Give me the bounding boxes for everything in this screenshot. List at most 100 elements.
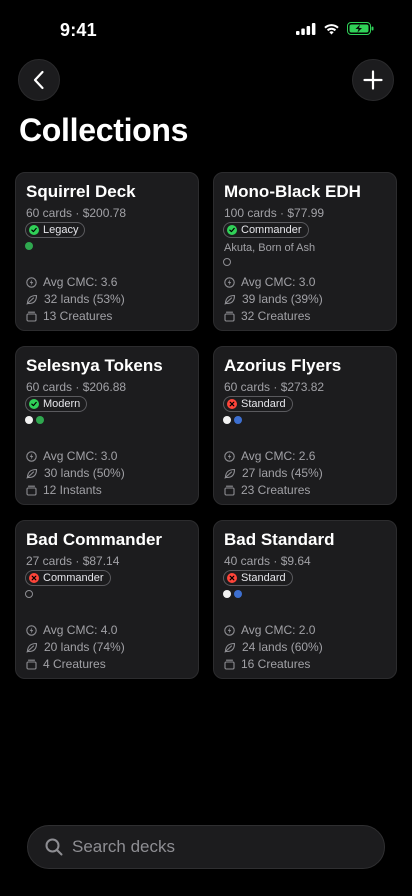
avg-cmc-stat: Avg CMC: 3.6: [26, 275, 117, 289]
deck-meta: 27 cards · $87.14: [26, 554, 119, 568]
not-legal-icon: [227, 573, 237, 583]
card-count: 60 cards: [224, 380, 271, 394]
deck-meta: 100 cards · $77.99: [224, 206, 324, 220]
mana-pip-w: [25, 416, 33, 424]
lands-label: 24 lands (60%): [242, 640, 323, 654]
avg-cmc-stat: Avg CMC: 3.0: [224, 275, 315, 289]
check-icon: [31, 227, 37, 233]
avg-cmc-stat: Avg CMC: 4.0: [26, 623, 117, 637]
deck-card[interactable]: Bad Standard 40 cards · $9.64 Standard Avg …: [213, 520, 397, 679]
meta-separator: ·: [72, 380, 83, 394]
format-label: Standard: [241, 572, 286, 584]
mana-pip-w: [223, 590, 231, 598]
plus-icon: [363, 70, 383, 90]
type-count-label: 13 Creatures: [43, 309, 113, 323]
leaf-icon: [224, 294, 236, 305]
card-stack-icon: [224, 311, 235, 322]
avg-cmc-stat: Avg CMC: 2.0: [224, 623, 315, 637]
card-count: 60 cards: [26, 380, 73, 394]
lands-stat: 27 lands (45%): [224, 466, 323, 480]
deck-name: Bad Commander: [26, 530, 163, 549]
deck-card[interactable]: Bad Commander 27 cards · $87.14 Commander A…: [15, 520, 199, 679]
deck-price: $273.82: [280, 380, 325, 394]
back-button[interactable]: [18, 59, 60, 101]
format-label: Commander: [43, 572, 104, 584]
card-stack-icon: [224, 485, 235, 496]
deck-card[interactable]: Mono-Black EDH 100 cards · $77.99 Commande…: [213, 172, 397, 331]
type-count-stat: 13 Creatures: [26, 309, 112, 323]
page-title: Collections: [19, 112, 189, 148]
deck-meta: 40 cards · $9.64: [224, 554, 311, 568]
color-identity: [223, 590, 242, 598]
mana-pip-c: [25, 590, 33, 598]
meta-separator: ·: [72, 554, 83, 568]
deck-price: $206.88: [82, 380, 127, 394]
wifi-icon: [324, 23, 339, 34]
lands-label: 39 lands (39%): [242, 292, 323, 306]
type-count-stat: 16 Creatures: [224, 657, 310, 671]
search-bar[interactable]: [27, 825, 385, 869]
color-identity: [25, 242, 33, 250]
color-identity: [223, 416, 242, 424]
type-count-stat: 32 Creatures: [224, 309, 310, 323]
lands-stat: 32 lands (53%): [26, 292, 125, 306]
mana-pip-g: [25, 242, 33, 250]
lands-stat: 20 lands (74%): [26, 640, 125, 654]
format-label: Modern: [43, 398, 81, 410]
leaf-icon: [26, 642, 38, 653]
commander-name: Akuta, Born of Ash: [224, 242, 316, 254]
search-icon: [45, 838, 63, 856]
type-count-label: 23 Creatures: [241, 483, 311, 497]
deck-meta: 60 cards · $273.82: [224, 380, 324, 394]
deck-price: $9.64: [280, 554, 311, 568]
type-count-stat: 12 Instants: [26, 483, 102, 497]
not-legal-icon: [227, 399, 237, 409]
add-deck-button[interactable]: [352, 59, 394, 101]
lightning-icon: [224, 276, 235, 288]
card-count: 27 cards: [26, 554, 73, 568]
card-stack-icon: [26, 485, 37, 496]
x-icon: [229, 401, 235, 407]
lands-label: 27 lands (45%): [242, 466, 323, 480]
status-icons: [296, 22, 374, 35]
type-count-label: 16 Creatures: [241, 657, 311, 671]
color-identity: [223, 258, 231, 266]
lightning-icon: [26, 624, 37, 636]
mana-pip-u: [234, 416, 242, 424]
mana-pip-g: [36, 416, 44, 424]
lands-stat: 30 lands (50%): [26, 466, 125, 480]
deck-card[interactable]: Azorius Flyers 60 cards · $273.82 Standard…: [213, 346, 397, 505]
type-count-label: 32 Creatures: [241, 309, 311, 323]
card-stack-icon: [26, 659, 37, 670]
lightning-icon: [26, 450, 37, 462]
format-badge: Modern: [25, 396, 88, 412]
lands-label: 20 lands (74%): [44, 640, 125, 654]
deck-price: $87.14: [82, 554, 120, 568]
format-badge: Commander: [25, 570, 111, 586]
lands-stat: 39 lands (39%): [224, 292, 323, 306]
deck-name: Bad Standard: [224, 530, 335, 549]
card-count: 40 cards: [224, 554, 271, 568]
check-icon: [229, 227, 235, 233]
status-bar: 9:41: [0, 0, 412, 54]
format-label: Legacy: [43, 224, 79, 236]
meta-separator: ·: [276, 206, 288, 220]
leaf-icon: [224, 642, 236, 653]
mana-pip-c: [223, 258, 231, 266]
card-count: 100 cards: [224, 206, 277, 220]
battery-charging-icon: [347, 22, 374, 35]
search-input[interactable]: [72, 837, 352, 857]
deck-name: Squirrel Deck: [26, 182, 136, 201]
format-badge: Standard: [223, 396, 293, 412]
deck-name: Mono-Black EDH: [224, 182, 361, 201]
meta-separator: ·: [72, 206, 83, 220]
avg-cmc-label: Avg CMC: 3.0: [43, 449, 118, 463]
mana-pip-u: [234, 590, 242, 598]
deck-card[interactable]: Selesnya Tokens 60 cards · $206.88 Modern A…: [15, 346, 199, 505]
chevron-left-icon: [33, 70, 44, 90]
deck-card[interactable]: Squirrel Deck 60 cards · $200.78 Legacy Avg…: [15, 172, 199, 331]
deck-meta: 60 cards · $206.88: [26, 380, 126, 394]
check-icon: [31, 401, 37, 407]
leaf-icon: [26, 468, 38, 479]
format-badge: Legacy: [25, 222, 86, 238]
